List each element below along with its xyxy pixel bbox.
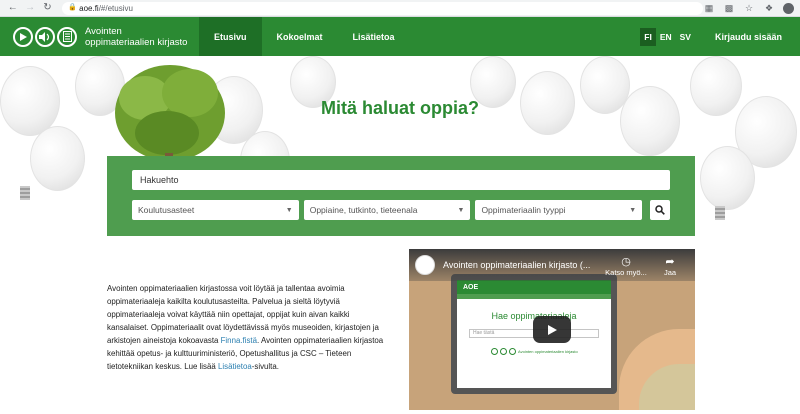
document-icon (57, 26, 77, 47)
address-bar[interactable]: 🔒 aoe.fi/#/etusivu (62, 1, 703, 15)
sound-icon (35, 26, 55, 47)
lisatietoa-link[interactable]: Lisätietoa (218, 362, 252, 371)
language-switcher: FI EN SV (640, 27, 695, 46)
forward-icon[interactable]: → (23, 1, 36, 15)
share-button[interactable]: ➦ Jaa (649, 255, 691, 277)
screen-subbar (457, 294, 611, 299)
search-filters: Koulutusasteet ▼ Oppiaine, tutkinto, tie… (132, 200, 670, 220)
back-icon[interactable]: ← (6, 1, 19, 15)
share-label: Jaa (663, 268, 677, 277)
logo[interactable]: Avointen oppimateriaalien kirjasto (13, 26, 190, 48)
logo-text: Avointen oppimateriaalien kirjasto (85, 25, 188, 48)
reload-icon[interactable]: ↻ (41, 1, 54, 15)
extensions-icon[interactable]: ❖ (763, 2, 775, 14)
material-type-select[interactable]: Oppimateriaalin tyyppi ▼ (475, 200, 643, 220)
play-icon (548, 324, 557, 335)
intro-text-part: -sivulta. (251, 362, 279, 371)
education-level-select[interactable]: Koulutusasteet ▼ (132, 200, 299, 220)
lang-sv[interactable]: SV (676, 28, 695, 46)
hero-title: Mitä haluat oppia? (320, 98, 479, 118)
nav-etusivu[interactable]: Etusivu (199, 17, 262, 56)
education-level-label: Koulutusasteet (138, 205, 195, 215)
url-host: aoe.fi (79, 3, 99, 13)
nav-kokoelmat[interactable]: Kokoelmat (262, 17, 338, 56)
search-icon (655, 205, 665, 215)
qr-code-icon[interactable]: ▦ (703, 2, 715, 14)
search-button[interactable] (650, 200, 670, 220)
intro-section: Avointen oppimateriaalien kirjastossa vo… (0, 249, 800, 414)
translate-icon[interactable]: ▩ (723, 2, 735, 14)
search-panel: Hakuehto Koulutusasteet ▼ Oppiaine, tutk… (107, 156, 695, 236)
lang-en[interactable]: EN (656, 28, 676, 46)
lang-fi[interactable]: FI (640, 27, 656, 46)
chevron-down-icon: ▼ (629, 206, 637, 214)
profile-icon[interactable] (783, 2, 794, 14)
browser-toolbar: ← → ↻ 🔒 aoe.fi/#/etusivu ▦ ▩ ☆ ❖ (0, 0, 800, 17)
channel-avatar[interactable] (415, 255, 435, 275)
site-header: Avointen oppimateriaalien kirjasto Etusi… (0, 17, 800, 56)
watch-later-button[interactable]: ◷ Katso myö... (605, 255, 647, 277)
material-type-label: Oppimateriaalin tyyppi (481, 205, 566, 215)
intro-text: Avointen oppimateriaalien kirjastossa vo… (107, 282, 387, 373)
finna-link[interactable]: Finna.fistä (221, 336, 257, 345)
subject-select[interactable]: Oppiaine, tutkinto, tieteenala ▼ (303, 200, 471, 220)
screen-logo-text: Avointen oppimateriaalien kirjasto (518, 349, 578, 354)
screen-logo: Avointen oppimateriaalien kirjasto (491, 348, 611, 355)
search-input[interactable]: Hakuehto (132, 170, 670, 190)
screen-brand: AOE (457, 280, 611, 294)
main-nav: Etusivu Kokoelmat Lisätietoa (199, 17, 410, 56)
url-path: /#/etusivu (98, 3, 133, 13)
chevron-down-icon: ▼ (285, 206, 293, 214)
clock-icon: ◷ (621, 256, 631, 268)
chevron-down-icon: ▼ (457, 206, 465, 214)
video-player[interactable]: AOE Hae oppimateriaaleja Hae tästä Avoin… (409, 249, 695, 410)
play-button[interactable] (533, 316, 571, 343)
lock-icon: 🔒 (68, 4, 77, 11)
play-icon (13, 26, 33, 47)
watch-later-label: Katso myö... (605, 268, 647, 277)
share-icon: ➦ (665, 256, 675, 268)
bookmark-star-icon[interactable]: ☆ (743, 2, 755, 14)
subject-label: Oppiaine, tutkinto, tieteenala (309, 205, 418, 215)
video-title[interactable]: Avointen oppimateriaalien kirjasto (... (443, 260, 605, 270)
login-button[interactable]: Kirjaudu sisään (715, 32, 782, 42)
nav-lisatietoa[interactable]: Lisätietoa (338, 17, 410, 56)
